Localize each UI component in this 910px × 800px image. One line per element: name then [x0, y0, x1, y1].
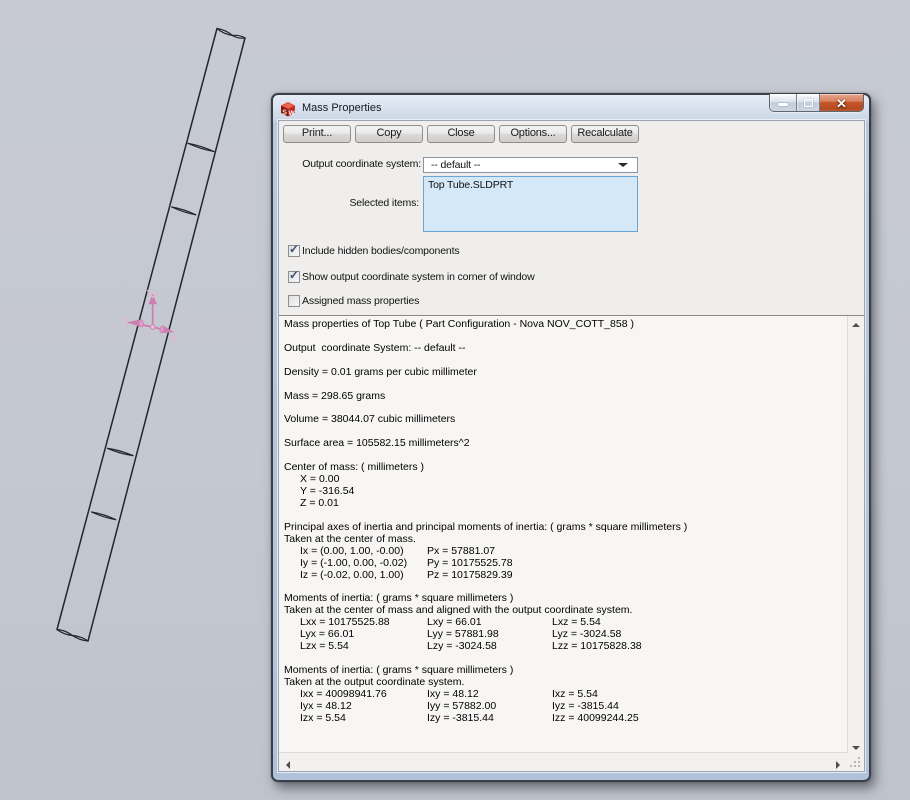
svg-text:S: S [282, 110, 287, 117]
svg-text:W: W [289, 110, 296, 117]
